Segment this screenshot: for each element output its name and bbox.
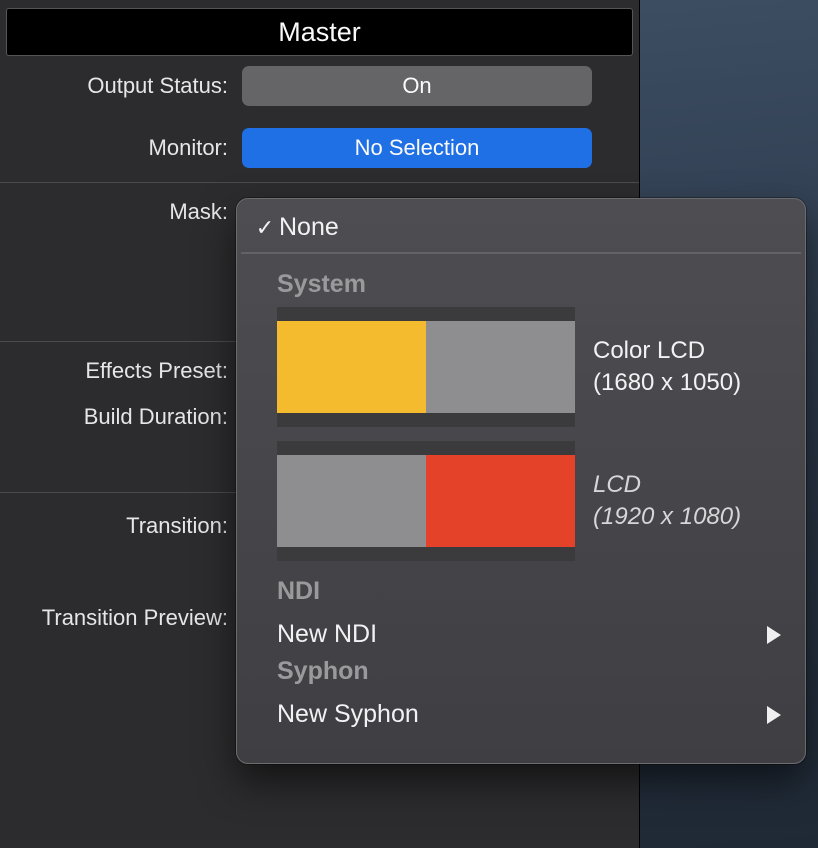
display-icon bbox=[426, 455, 575, 547]
effects-preset-label: Effects Preset: bbox=[10, 358, 242, 384]
new-ndi-option[interactable]: New NDI bbox=[237, 614, 805, 655]
display-icon bbox=[277, 321, 426, 413]
transition-preview-label: Transition Preview: bbox=[10, 599, 242, 631]
chevron-right-icon bbox=[767, 626, 781, 644]
option-label: None bbox=[279, 213, 339, 242]
output-status-label: Output Status: bbox=[10, 73, 242, 99]
display-icon bbox=[277, 455, 426, 547]
output-status-row: Output Status: On bbox=[0, 62, 639, 110]
option-label: New NDI bbox=[277, 620, 377, 649]
mask-label: Mask: bbox=[10, 199, 242, 225]
monitor-dropdown-button[interactable]: No Selection bbox=[242, 128, 592, 168]
monitor-label: Monitor: bbox=[10, 135, 242, 161]
monitor-thumbnail bbox=[277, 441, 575, 561]
new-syphon-option[interactable]: New Syphon bbox=[237, 694, 805, 735]
build-duration-label: Build Duration: bbox=[10, 404, 242, 430]
monitor-option-lcd[interactable]: LCD (1920 x 1080) bbox=[237, 441, 805, 575]
monitor-thumbnail bbox=[277, 307, 575, 427]
output-status-button[interactable]: On bbox=[242, 66, 592, 106]
monitor-option-color-lcd[interactable]: Color LCD (1680 x 1050) bbox=[237, 307, 805, 441]
monitor-option-text: LCD (1920 x 1080) bbox=[593, 469, 741, 534]
divider bbox=[0, 182, 639, 183]
chevron-right-icon bbox=[767, 706, 781, 724]
monitor-option-text: Color LCD (1680 x 1050) bbox=[593, 335, 741, 400]
menu-divider bbox=[241, 252, 801, 254]
menu-heading-system: System bbox=[237, 264, 805, 307]
menu-heading-ndi: NDI bbox=[237, 575, 805, 614]
monitor-option-none[interactable]: ✓ None bbox=[237, 209, 805, 250]
monitor-dropdown-menu[interactable]: ✓ None System Color LCD (1680 x 1050) bbox=[236, 198, 806, 764]
option-label: New Syphon bbox=[277, 700, 419, 729]
menu-heading-syphon: Syphon bbox=[237, 655, 805, 694]
monitor-row: Monitor: No Selection bbox=[0, 124, 639, 172]
transition-label: Transition: bbox=[10, 513, 242, 539]
display-icon bbox=[426, 321, 575, 413]
panel-title: Master bbox=[6, 8, 633, 56]
check-icon: ✓ bbox=[251, 215, 279, 241]
